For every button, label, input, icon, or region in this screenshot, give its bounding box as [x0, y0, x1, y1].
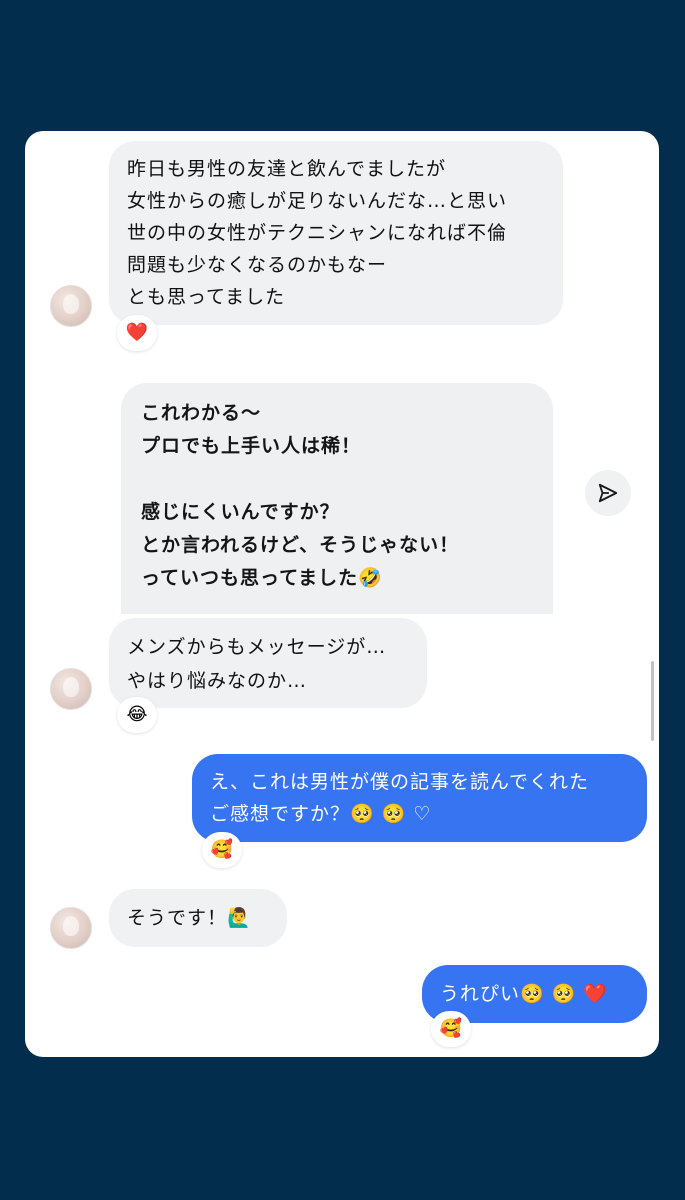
incoming-message-bubble[interactable]: 昨日も男性の友達と飲んでましたが 女性からの癒しが足りないんだな…と思い 世の中…	[109, 141, 563, 325]
sender-avatar[interactable]	[50, 907, 92, 949]
quoted-reply-bubble[interactable]: これわかる〜 プロでも上手い人は稀！ 感じにくいんですか？ とか言われるけど、そ…	[121, 383, 553, 614]
reaction-smiling-hearts[interactable]: 🥰	[431, 1011, 471, 1047]
incoming-message-bubble[interactable]: そうです！🙋‍♂️	[109, 889, 287, 947]
outgoing-message-bubble[interactable]: え、これは男性が僕の記事を読んでくれた ご感想ですか？🥺 🥺 ♡	[192, 754, 647, 842]
sender-avatar[interactable]	[50, 668, 92, 710]
chat-thread: 昨日も男性の友達と飲んでましたが 女性からの癒しが足りないんだな…と思い 世の中…	[25, 131, 659, 1057]
reaction-heart[interactable]: ❤️	[117, 315, 157, 351]
reaction-laugh[interactable]: 😂	[117, 697, 157, 733]
scrollbar[interactable]	[651, 661, 654, 741]
share-button[interactable]	[585, 470, 631, 516]
reaction-smiling-hearts[interactable]: 🥰	[202, 832, 242, 868]
sender-avatar[interactable]	[50, 285, 92, 327]
incoming-message-bubble[interactable]: メンズからもメッセージが… やはり悩みなのか…	[109, 618, 427, 708]
paper-plane-icon	[598, 483, 618, 503]
